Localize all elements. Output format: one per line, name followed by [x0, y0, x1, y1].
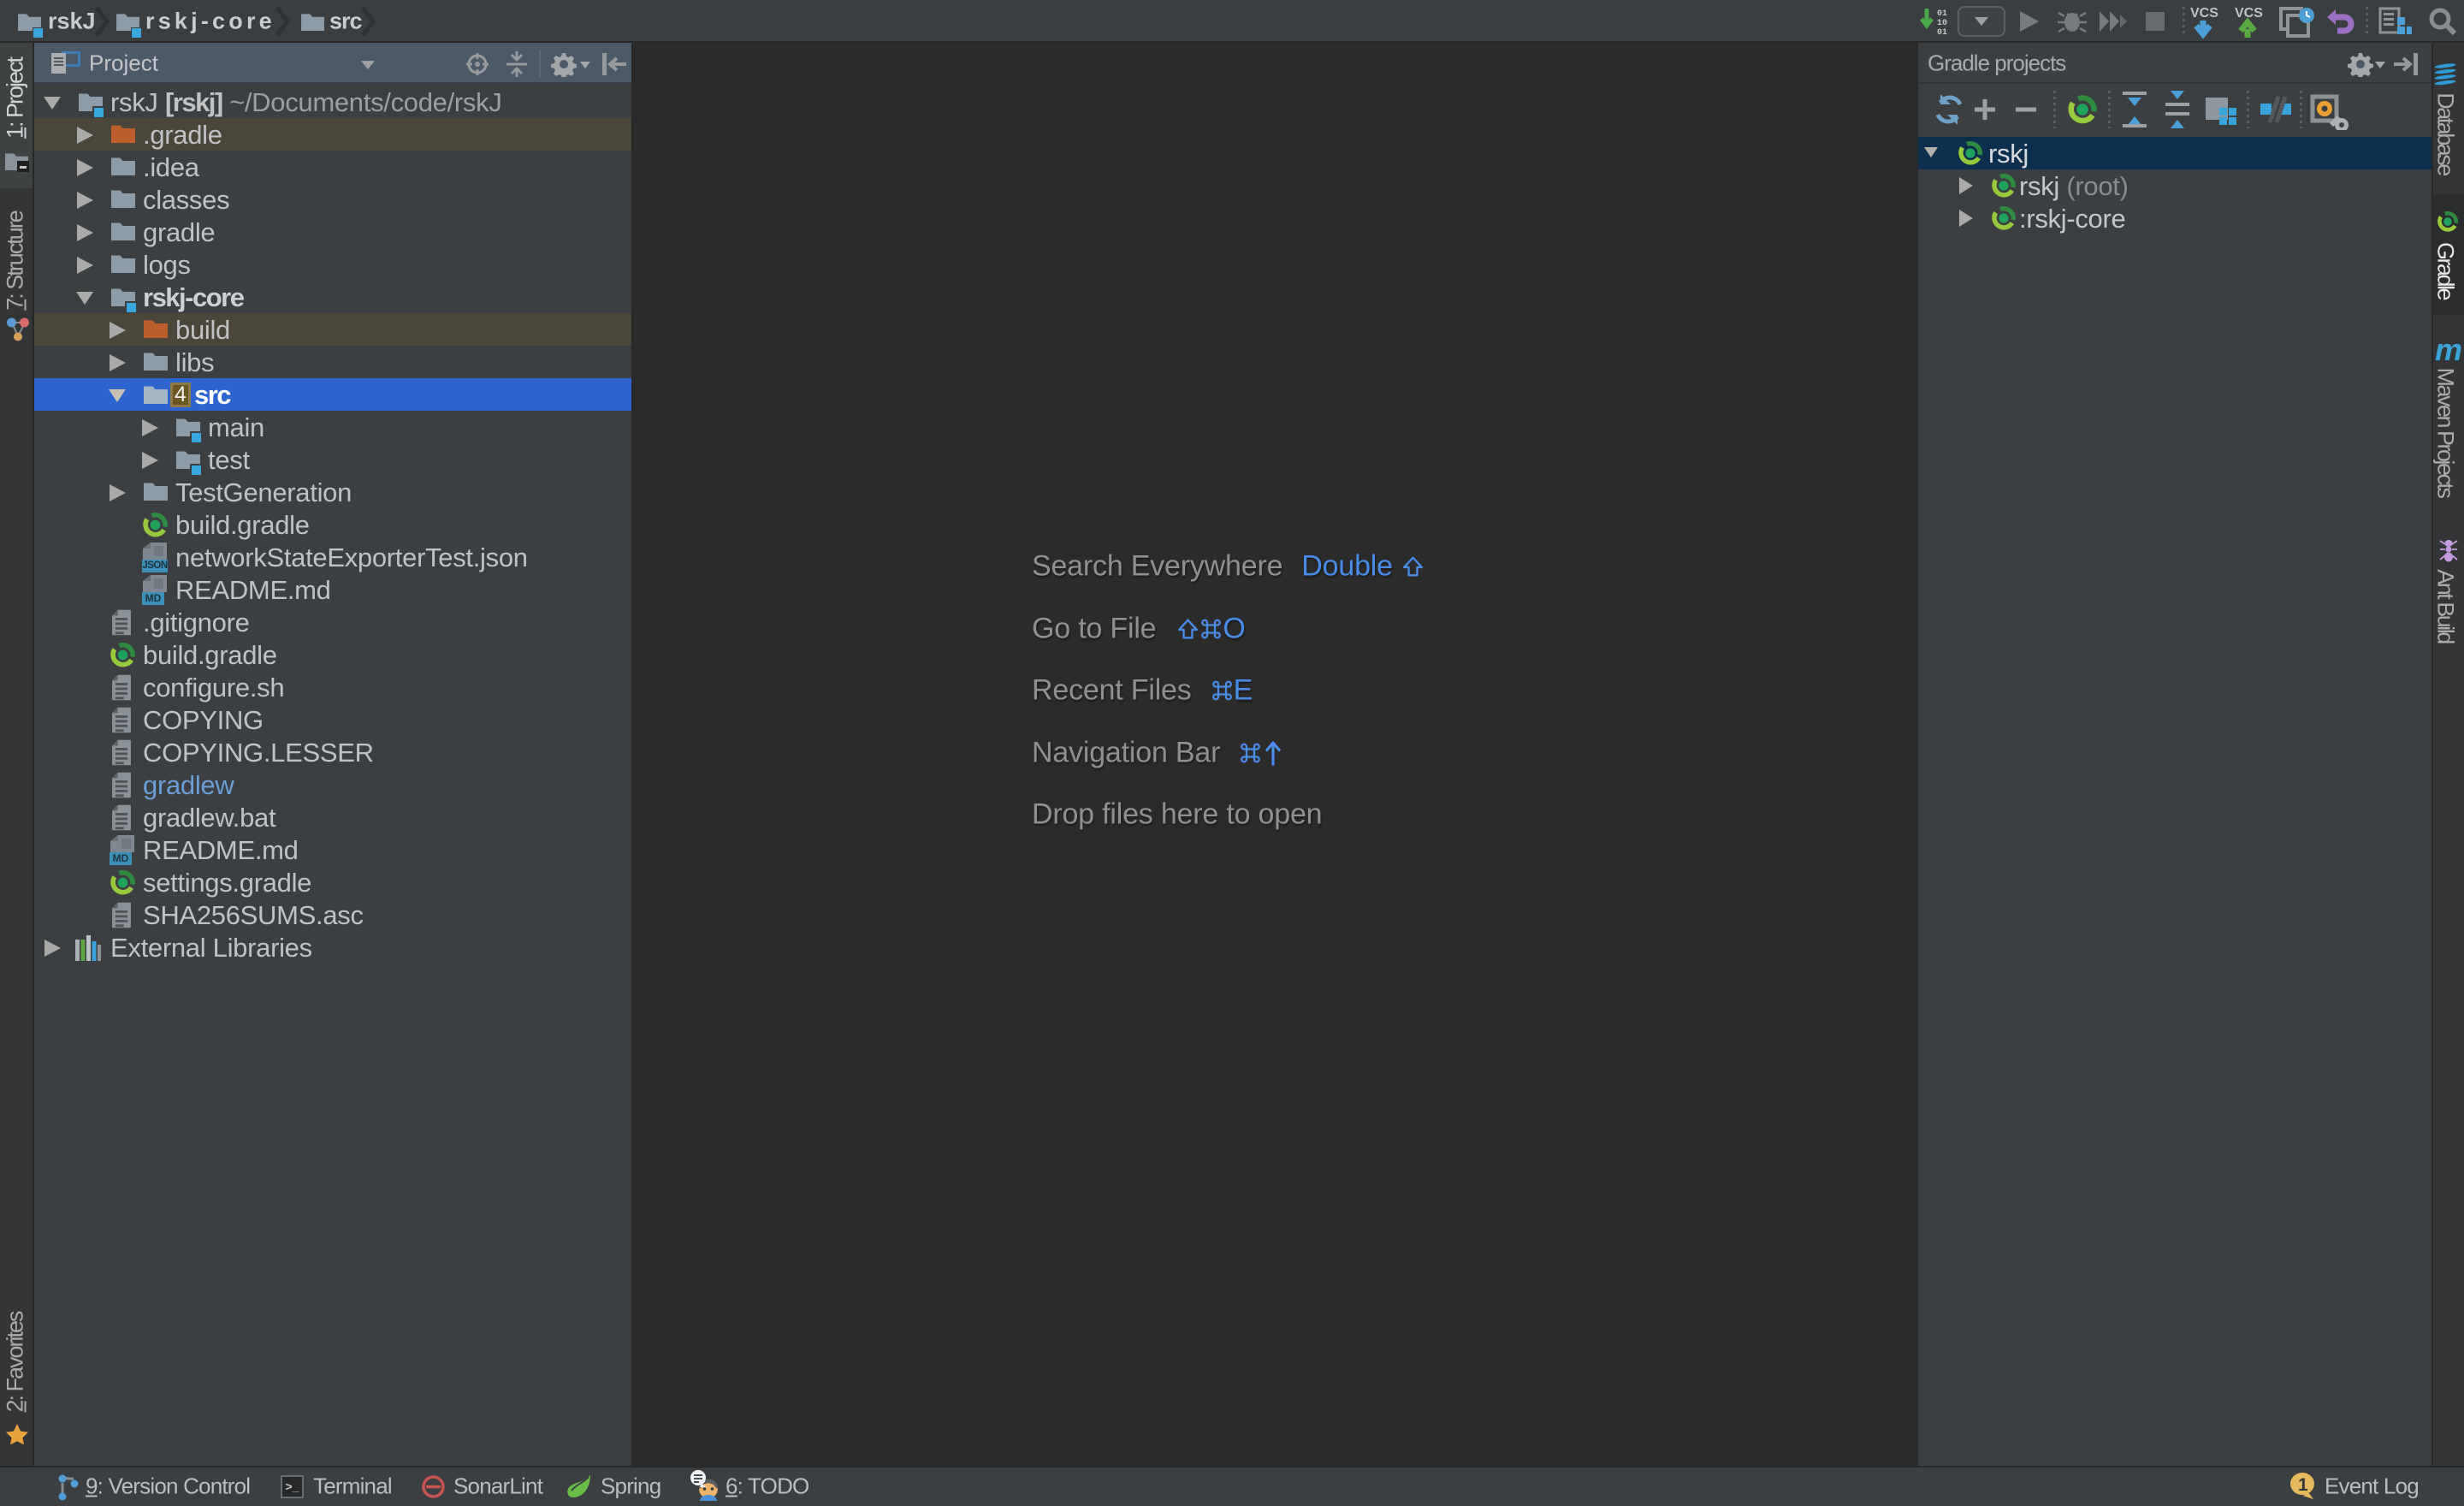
svg-text:10: 10: [1937, 19, 1947, 28]
svg-text:01: 01: [1937, 28, 1947, 38]
svg-text:01: 01: [1937, 9, 1947, 19]
svg-text:1: 1: [2298, 1475, 2308, 1495]
svg-text:VCS: VCS: [2190, 6, 2218, 21]
svg-text:VCS: VCS: [2235, 6, 2263, 21]
